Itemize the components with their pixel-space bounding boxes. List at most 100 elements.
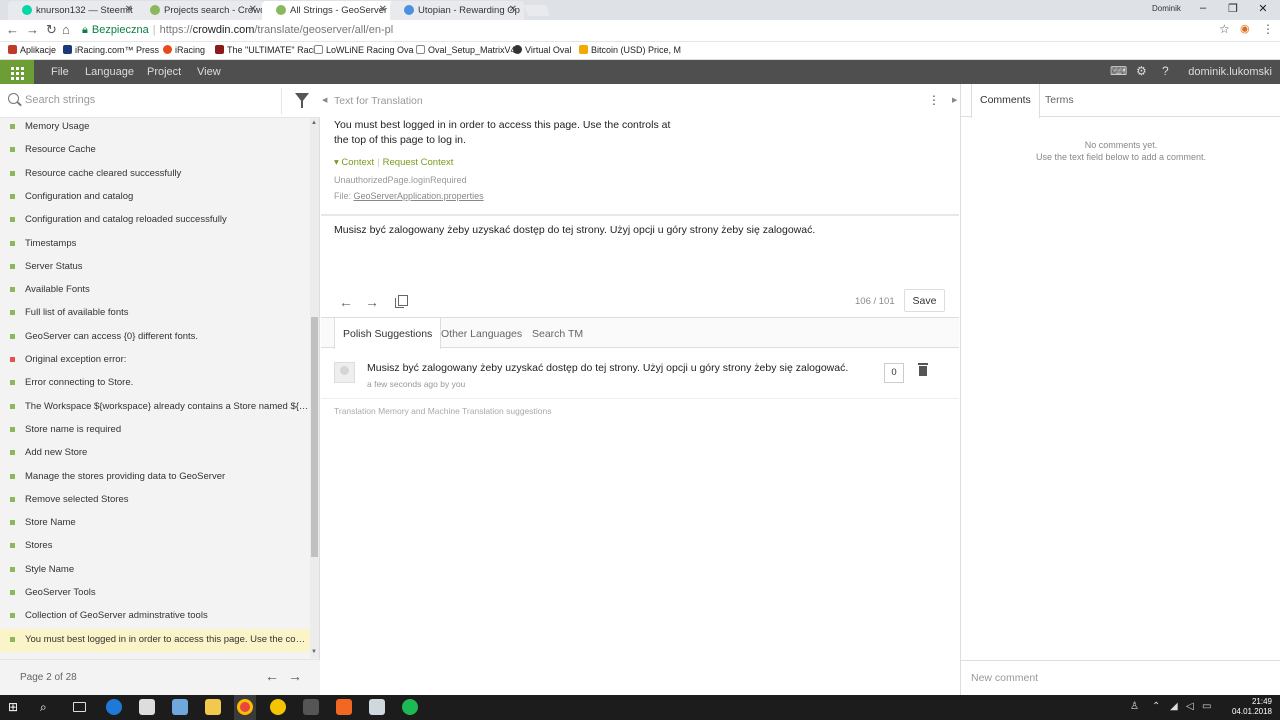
menu-file[interactable]: File bbox=[51, 66, 69, 78]
bookmark-virtual-oval[interactable]: Virtual Oval bbox=[513, 45, 571, 55]
string-list-item[interactable]: Full list of available fonts bbox=[0, 302, 310, 325]
metamask-icon[interactable] bbox=[336, 699, 352, 715]
tab-search-tm[interactable]: Search TM bbox=[524, 318, 591, 348]
string-list-item[interactable]: Collection of GeoServer adminstrative to… bbox=[0, 605, 310, 628]
scroll-down-icon[interactable]: ▼ bbox=[311, 649, 317, 655]
store-icon[interactable] bbox=[172, 699, 188, 715]
close-icon[interactable]: ✕ bbox=[379, 4, 387, 15]
string-list-item[interactable]: Configuration and catalog reloaded succe… bbox=[0, 209, 310, 232]
menu-view[interactable]: View bbox=[197, 66, 221, 78]
tab-terms[interactable]: Terms bbox=[1037, 84, 1082, 117]
request-context-link[interactable]: Request Context bbox=[383, 157, 454, 168]
back-icon[interactable]: ← bbox=[6, 22, 19, 37]
vote-count[interactable]: 0 bbox=[884, 363, 904, 383]
string-list-item[interactable]: Timestamps bbox=[0, 233, 310, 256]
string-list-item[interactable]: GeoServer Tools bbox=[0, 582, 310, 605]
save-button[interactable]: Save bbox=[904, 289, 945, 312]
translation-textarea[interactable]: Musisz być zalogowany żeby uzyskać dostę… bbox=[334, 224, 934, 236]
extension-icon[interactable]: ◉ bbox=[1240, 22, 1250, 35]
new-tab-button[interactable] bbox=[523, 5, 551, 16]
string-list-item[interactable]: The Workspace ${workspace} already conta… bbox=[0, 396, 310, 419]
string-list-item[interactable]: Resource cache cleared successfully bbox=[0, 163, 310, 186]
bookmark-bitcoin[interactable]: Bitcoin (USD) Price, M bbox=[579, 45, 681, 55]
string-list-item[interactable]: Store name is required bbox=[0, 419, 310, 442]
close-icon[interactable]: ✕ bbox=[249, 4, 257, 15]
browser-tab-projects[interactable]: Projects search - Crowdi ✕ bbox=[136, 1, 264, 20]
user-menu[interactable]: dominik.lukomski bbox=[1188, 66, 1272, 78]
keyboard-icon[interactable]: ⌨ bbox=[1110, 64, 1127, 78]
string-list-item[interactable]: Stores bbox=[0, 535, 310, 558]
restore-icon[interactable]: ❐ bbox=[1226, 2, 1240, 15]
volume-icon[interactable]: ◁ bbox=[1186, 701, 1194, 712]
more-options-icon[interactable]: · · · bbox=[931, 88, 937, 110]
menu-language[interactable]: Language bbox=[85, 66, 134, 78]
search-icon[interactable]: ⌕ bbox=[40, 700, 56, 716]
string-list-item[interactable]: Memory Usage bbox=[0, 118, 310, 139]
bookmark-oval-setup[interactable]: Oval_Setup_MatrixV4 bbox=[416, 45, 516, 55]
string-list-item[interactable]: GeoServer can access {0} different fonts… bbox=[0, 326, 310, 349]
next-string-icon[interactable]: → bbox=[365, 294, 379, 310]
string-list-item[interactable]: Remove selected Stores bbox=[0, 489, 310, 512]
tab-other-languages[interactable]: Other Languages bbox=[433, 318, 530, 348]
close-icon[interactable]: ✕ bbox=[509, 4, 517, 15]
bookmark-iracing[interactable]: iRacing bbox=[163, 45, 205, 55]
string-list-item[interactable]: Available Fonts bbox=[0, 279, 310, 302]
search-input[interactable]: Search strings bbox=[25, 94, 95, 106]
suggestion-text[interactable]: Musisz być zalogowany żeby uzyskać dostę… bbox=[367, 362, 848, 374]
trash-icon[interactable] bbox=[918, 363, 928, 376]
string-list-item[interactable]: Store Name bbox=[0, 512, 310, 535]
close-window-icon[interactable]: ✕ bbox=[1256, 2, 1270, 15]
tab-polish-suggestions[interactable]: Polish Suggestions bbox=[334, 318, 442, 349]
prev-string-icon[interactable]: ← bbox=[339, 294, 353, 310]
clock[interactable]: 21:49 04.01.2018 bbox=[1232, 697, 1272, 717]
tray-icon[interactable]: ♙ bbox=[1130, 701, 1139, 712]
chrome-icon[interactable] bbox=[237, 699, 253, 715]
chevron-up-icon[interactable]: ⌃ bbox=[1152, 701, 1160, 712]
suggestion-item[interactable]: Musisz być zalogowany żeby uzyskać dostę… bbox=[321, 348, 959, 399]
string-list-item[interactable]: Manage the stores providing data to GeoS… bbox=[0, 466, 310, 489]
edge-icon[interactable] bbox=[106, 699, 122, 715]
app-icon[interactable] bbox=[303, 699, 319, 715]
string-list-item[interactable]: Add new Store bbox=[0, 442, 310, 465]
mail-icon[interactable] bbox=[139, 699, 155, 715]
collapse-left-icon[interactable]: ◀ bbox=[322, 96, 327, 104]
string-list-item[interactable]: Error connecting to Store. bbox=[0, 372, 310, 395]
filter-icon[interactable] bbox=[295, 93, 309, 108]
minimize-icon[interactable]: – bbox=[1196, 2, 1210, 14]
windows-start-icon[interactable]: ⊞ bbox=[8, 700, 24, 716]
bookmark-apps[interactable]: Aplikacje bbox=[8, 45, 56, 55]
network-icon[interactable]: ◢ bbox=[1170, 701, 1178, 712]
address-bar[interactable]: 🔒︎ Bezpieczna | https://crowdin.com/transla… bbox=[82, 22, 1236, 40]
bookmark-lowline[interactable]: LoWLiNE Racing Ova bbox=[314, 45, 414, 55]
keyboard-icon[interactable]: ▭ bbox=[1202, 701, 1211, 712]
close-icon[interactable]: ✕ bbox=[125, 4, 133, 15]
spotify-icon[interactable] bbox=[402, 699, 418, 715]
app-icon[interactable] bbox=[369, 699, 385, 715]
string-list-item[interactable]: Resource Cache bbox=[0, 139, 310, 162]
next-page-icon[interactable]: → bbox=[288, 668, 302, 684]
reload-icon[interactable]: ↻ bbox=[46, 22, 57, 38]
scroll-up-icon[interactable]: ▲ bbox=[311, 120, 317, 126]
copy-source-icon[interactable] bbox=[395, 295, 408, 308]
prev-page-icon[interactable]: ← bbox=[265, 668, 279, 684]
menu-project[interactable]: Project bbox=[147, 66, 181, 78]
forward-icon[interactable]: → bbox=[26, 22, 39, 37]
string-list-item[interactable]: Style Name bbox=[0, 559, 310, 582]
bookmark-star-icon[interactable]: ☆ bbox=[1219, 22, 1230, 36]
menu-icon[interactable]: ⋮ bbox=[1262, 22, 1274, 36]
browser-tab-utopian[interactable]: Utopian - Rewarding Op ✕ bbox=[390, 1, 524, 20]
browser-tab-all-strings[interactable]: All Strings - GeoServer - ✕ bbox=[262, 1, 394, 20]
context-toggle[interactable]: ▾ Context bbox=[334, 157, 374, 168]
search-strings-box[interactable]: Search strings bbox=[0, 84, 320, 118]
file-link[interactable]: GeoServerApplication.properties bbox=[354, 191, 484, 201]
help-icon[interactable]: ? bbox=[1162, 64, 1169, 78]
file-explorer-icon[interactable] bbox=[205, 699, 221, 715]
home-icon[interactable]: ⌂ bbox=[62, 22, 70, 37]
string-list-item[interactable]: Server Status bbox=[0, 256, 310, 279]
app-icon[interactable] bbox=[270, 699, 286, 715]
bookmark-iracing-press[interactable]: iRacing.com™ Press bbox=[63, 45, 159, 55]
scrollbar-thumb[interactable] bbox=[311, 317, 318, 557]
window-user[interactable]: Dominik bbox=[1152, 4, 1181, 13]
apps-grid-icon[interactable] bbox=[0, 60, 34, 84]
collapse-right-icon[interactable]: ▶ bbox=[952, 96, 957, 104]
